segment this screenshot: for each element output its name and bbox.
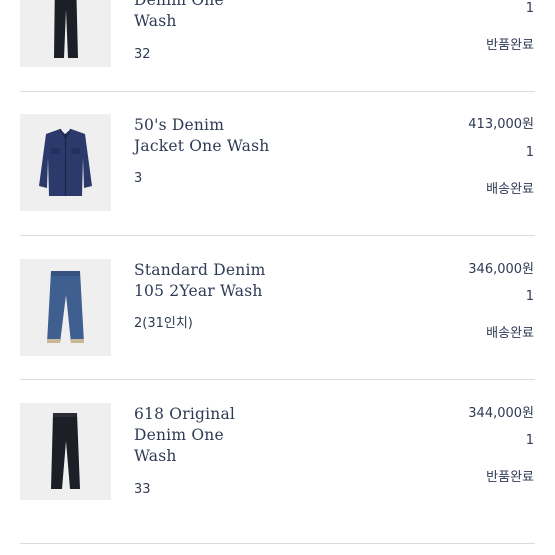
product-name[interactable]: 50's Denim Jacket One Wash xyxy=(134,115,334,157)
quantity: 1 xyxy=(525,433,534,448)
order-status: 반품완료 xyxy=(486,38,534,53)
divider xyxy=(20,235,535,236)
jeans-light-icon xyxy=(47,271,84,343)
order-status: 반품완료 xyxy=(486,470,534,485)
product-option: 33 xyxy=(134,482,151,497)
product-name-line: Denim One xyxy=(134,0,224,9)
product-thumbnail[interactable] xyxy=(20,0,111,67)
denim-jacket-icon xyxy=(39,128,92,196)
product-name-line: 105 2Year Wash xyxy=(134,282,263,300)
product-name-line: Wash xyxy=(134,447,177,465)
product-name[interactable]: Standard Denim 105 2Year Wash xyxy=(134,260,334,302)
product-thumbnail[interactable] xyxy=(20,114,111,211)
product-name-line: Jacket One Wash xyxy=(134,137,270,155)
divider xyxy=(20,379,535,380)
product-name-line: 618 Original xyxy=(134,405,236,423)
jeans-dark-icon xyxy=(54,0,78,58)
product-name-line: 50's Denim xyxy=(134,116,225,134)
divider xyxy=(20,543,535,544)
price: 413,000원 xyxy=(468,117,534,132)
order-status: 배송완료 xyxy=(486,326,534,341)
product-name-line: Wash xyxy=(134,12,177,30)
quantity: 1 xyxy=(525,289,534,304)
order-status: 배송완료 xyxy=(486,182,534,197)
quantity: 1 xyxy=(525,1,534,16)
order-list: Denim One Wash 32 1 반품완료 50's Denim Jack… xyxy=(0,0,555,555)
quantity: 1 xyxy=(525,145,534,160)
product-name-line: Standard Denim xyxy=(134,261,266,279)
divider xyxy=(20,91,535,92)
product-thumbnail[interactable] xyxy=(20,403,111,500)
product-option: 32 xyxy=(134,47,151,62)
price: 344,000원 xyxy=(468,406,534,421)
product-option: 3 xyxy=(134,171,143,186)
product-thumbnail[interactable] xyxy=(20,259,111,356)
product-name[interactable]: 618 Original Denim One Wash xyxy=(134,404,334,467)
product-option: 2(31인치) xyxy=(134,316,193,331)
product-name-line: Denim One xyxy=(134,426,224,444)
jeans-dark-icon xyxy=(51,413,80,489)
price: 346,000원 xyxy=(468,262,534,277)
product-name[interactable]: Denim One Wash xyxy=(134,0,334,32)
